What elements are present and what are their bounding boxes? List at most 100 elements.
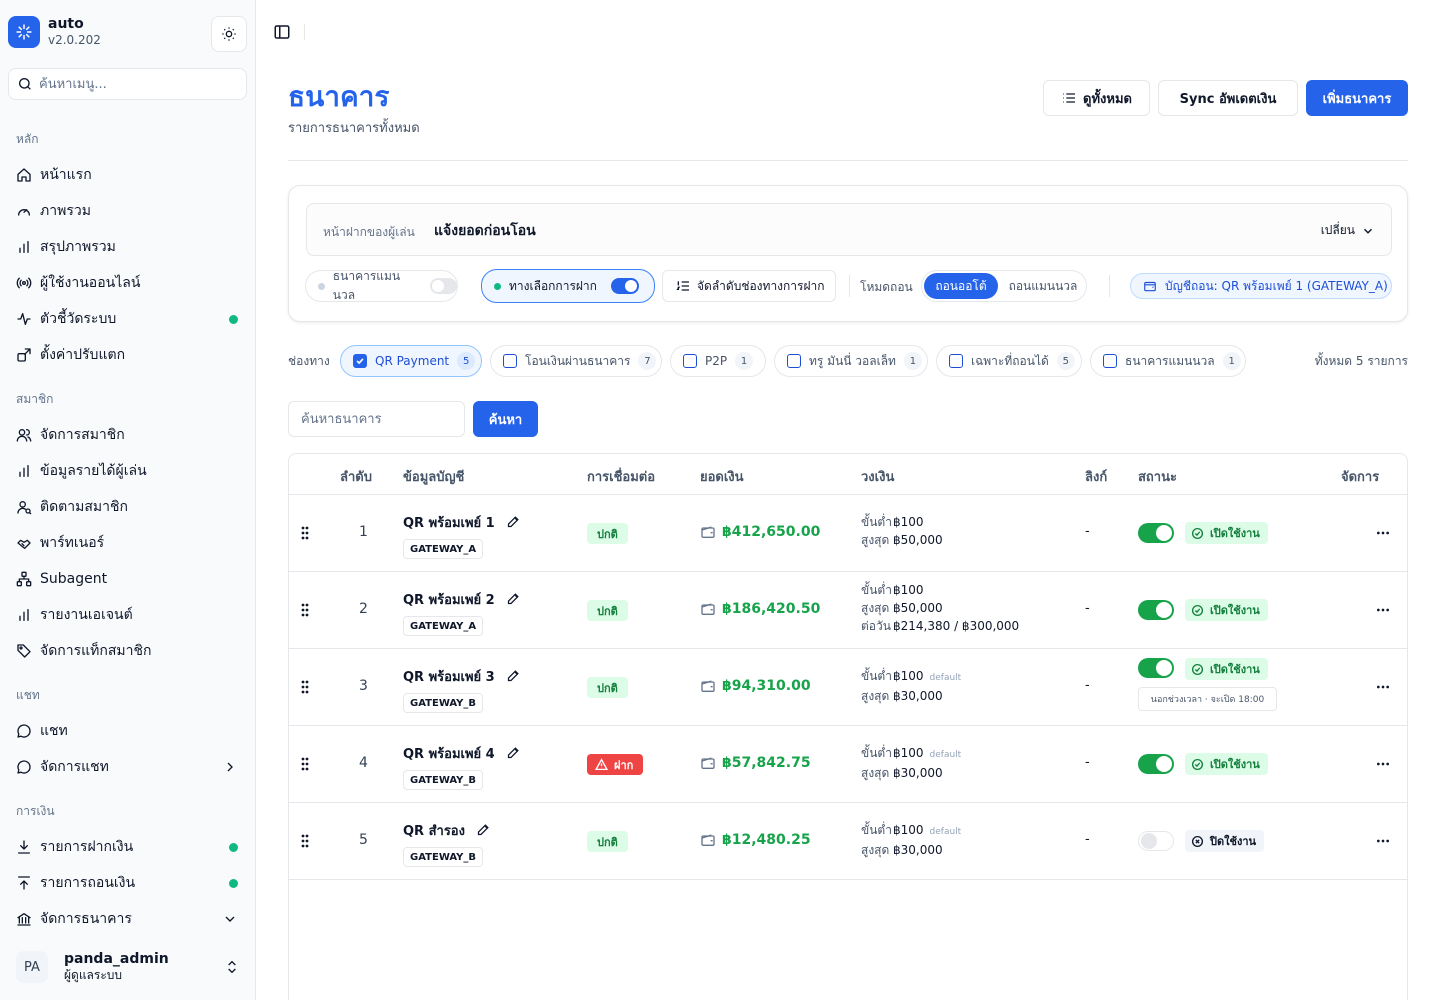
enable-toggle[interactable] (1138, 523, 1174, 543)
col-header-limits: วงเงิน (861, 470, 895, 485)
balance: ฿94,310.00 (700, 678, 811, 694)
deposit-options-toggle[interactable]: ทางเลือกการฝาก (481, 269, 655, 303)
max-value: ฿30,000 (893, 689, 943, 703)
sidebar-item[interactable]: Subagent (8, 563, 248, 595)
edit-icon[interactable] (506, 514, 521, 529)
channel-chip[interactable]: P2P 1 (670, 345, 766, 377)
channel-chip[interactable]: ทรู มันนี่ วอลเล็ท 1 (774, 345, 928, 377)
sidebar-item-label: รายการฝากเงิน (40, 839, 134, 855)
balance-value: ฿12,480.25 (722, 832, 811, 848)
sidebar-item[interactable]: ผู้ใช้งานออนไลน์ (8, 267, 248, 299)
bank-search-input[interactable] (288, 401, 465, 437)
view-all-button[interactable]: ดูทั้งหมด (1043, 80, 1150, 116)
add-bank-button[interactable]: เพิ่มธนาคาร (1306, 80, 1408, 116)
sidebar-item[interactable]: ตั้งค่าปรับแตก (8, 339, 248, 371)
search-button[interactable]: ค้นหา (473, 401, 538, 437)
page-title: ธนาคาร (288, 80, 390, 113)
sidebar-item[interactable]: รายการถอนเงิน (8, 867, 248, 899)
checkbox[interactable] (949, 354, 963, 368)
sidebar-item[interactable]: จัดการธนาคาร (8, 903, 248, 935)
alert-triangle-icon (595, 758, 608, 771)
account-name: QR สำรอง (403, 824, 465, 839)
settings-icon (17, 348, 31, 362)
sidebar-item[interactable]: หน้าแรก (8, 159, 248, 191)
sync-button[interactable]: Sync อัพเดตเงิน (1158, 80, 1298, 116)
toggle-switch[interactable] (610, 278, 639, 294)
enable-toggle[interactable] (1138, 658, 1174, 678)
theme-toggle-button[interactable] (211, 16, 247, 52)
add-bank-label: เพิ่มธนาคาร (1322, 91, 1392, 107)
sidebar-item[interactable]: พาร์ทเนอร์ (8, 527, 248, 559)
min-label: ขั้นต่ำ (861, 669, 892, 683)
sidebar-item[interactable]: ตัวชี้วัดระบบ (8, 303, 248, 335)
sidebar-item[interactable]: จัดการสมาชิก (8, 419, 248, 451)
checkbox[interactable] (353, 354, 367, 368)
sidebar-item[interactable]: จัดการแชท (8, 751, 248, 783)
channel-chip[interactable]: โอนเงินผ่านธนาคาร 7 (490, 345, 662, 377)
sidebar-item[interactable]: สรุปภาพรวม (8, 231, 248, 263)
sidebar-item[interactable]: แชท (8, 715, 248, 747)
more-horizontal-icon[interactable] (1375, 679, 1391, 695)
limits: ขั้นต่ำ฿100 default สูงสุด ฿30,000 (861, 821, 961, 859)
drag-handle-icon[interactable] (301, 834, 309, 848)
drag-handle-icon[interactable] (301, 526, 309, 540)
more-horizontal-icon[interactable] (1375, 602, 1391, 618)
sidebar-item[interactable]: รายการฝากเงิน (8, 831, 248, 863)
drag-handle-icon[interactable] (301, 603, 309, 617)
channel-count: 5 (457, 352, 476, 370)
view-all-label: ดูทั้งหมด (1083, 91, 1132, 107)
account-name: QR พร้อมเพย์ 1 (403, 516, 495, 531)
checkbox[interactable] (787, 354, 801, 368)
app-version: v2.0.202 (48, 33, 101, 47)
channel-chip[interactable]: ธนาคารแมนนวล 1 (1090, 345, 1246, 377)
wallet-icon (1144, 281, 1156, 292)
enable-toggle[interactable] (1138, 600, 1174, 620)
balance-value: ฿57,842.75 (722, 755, 811, 771)
network-icon (16, 571, 32, 587)
user-menu[interactable]: PA panda_admin ผู้ดูแลระบบ (8, 942, 248, 992)
sort-channels-button[interactable]: จัดลำดับช่องทางการฝาก (662, 270, 836, 302)
enable-toggle[interactable] (1138, 831, 1174, 851)
change-button[interactable]: เปลี่ยน (1321, 221, 1375, 240)
toggle-switch[interactable] (429, 278, 457, 294)
edit-icon[interactable] (506, 591, 521, 606)
chevron-down-icon (225, 916, 235, 922)
connection-label: ปกติ (597, 527, 618, 541)
sidebar-item[interactable]: ภาพรวม (8, 195, 248, 227)
edit-icon[interactable] (476, 822, 491, 837)
sidebar-item[interactable]: จัดการแท็กสมาชิก (8, 635, 248, 667)
edit-icon[interactable] (506, 745, 521, 760)
list-ordered-icon (676, 281, 689, 291)
withdraw-auto-option[interactable]: ถอนออโต้ (924, 273, 998, 299)
withdraw-account-badge[interactable]: บัญชีถอน: QR พร้อมเพย์ 1 (GATEWAY_A) (1130, 273, 1392, 299)
manual-bank-toggle[interactable]: ธนาคารแมนนวล (305, 269, 458, 302)
drag-handle-icon[interactable] (301, 757, 309, 771)
checkbox[interactable] (1103, 354, 1117, 368)
menu-search-input[interactable] (39, 76, 239, 92)
checkbox[interactable] (503, 354, 517, 368)
col-header-status: สถานะ (1138, 470, 1177, 485)
sidebar-item[interactable]: รายงานเอเจนต์ (8, 599, 248, 631)
menu-search[interactable] (8, 68, 247, 100)
channel-chip[interactable]: QR Payment 5 (340, 345, 482, 377)
channel-label: ทรู มันนี่ วอลเล็ท (809, 353, 896, 368)
sidebar-item-label: รายการถอนเงิน (40, 875, 136, 891)
edit-icon[interactable] (506, 668, 521, 683)
sidebar-item[interactable]: ข้อมูลรายได้ผู้เล่น (8, 455, 248, 487)
withdraw-manual-option[interactable]: ถอนแมนนวล (1004, 273, 1082, 299)
more-horizontal-icon[interactable] (1375, 833, 1391, 849)
more-horizontal-icon[interactable] (1375, 756, 1391, 772)
change-label: เปลี่ยน (1320, 223, 1355, 237)
balance-value: ฿186,420.50 (722, 601, 821, 617)
min-value: ฿100 (893, 515, 924, 529)
sidebar-item-label: รายงานเอเจนต์ (40, 607, 133, 623)
enable-toggle[interactable] (1138, 754, 1174, 774)
channel-chip[interactable]: เฉพาะที่ถอนได้ 5 (936, 345, 1082, 377)
checkbox[interactable] (683, 354, 697, 368)
page-subtitle: รายการธนาคารทั้งหมด (288, 121, 420, 136)
sidebar-item[interactable]: ติดตามสมาชิก (8, 491, 248, 523)
sidebar-toggle-icon[interactable] (273, 23, 291, 41)
channel-label: ธนาคารแมนนวล (1125, 353, 1215, 368)
more-horizontal-icon[interactable] (1375, 525, 1391, 541)
drag-handle-icon[interactable] (301, 680, 309, 694)
